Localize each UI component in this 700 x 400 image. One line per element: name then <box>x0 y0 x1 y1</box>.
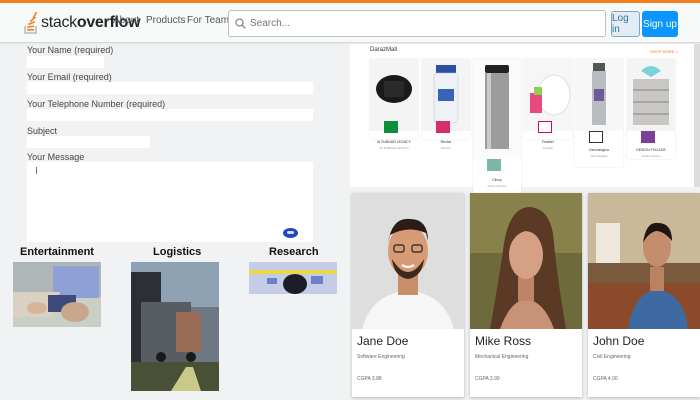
search-input[interactable] <box>250 18 580 29</box>
signup-button[interactable]: Sign up <box>642 11 678 37</box>
profile-field: Software Engineering <box>357 354 405 360</box>
product-brand: Feather <box>542 146 554 150</box>
profile-name: John Doe <box>593 334 645 348</box>
product-brand: Petter Service <box>487 184 507 188</box>
profile-card[interactable]: Jane Doe Software Engineering CGPA 3.88 <box>352 193 464 397</box>
product-image <box>627 59 675 131</box>
brand-logo <box>589 131 603 143</box>
product-name: Feather <box>541 140 555 144</box>
nav-about[interactable]: About <box>113 15 139 26</box>
nav-products[interactable]: Products <box>146 15 185 26</box>
category-title-research: Research <box>269 246 319 258</box>
product-brand: AL SUBHAN LEGACY <box>379 146 409 150</box>
product-card[interactable]: Al SUBHAN LEGACY AL SUBHAN LEGACY <box>370 59 418 150</box>
name-label: Your Name (required) <box>27 45 114 55</box>
login-button[interactable]: Log in <box>611 11 640 37</box>
product-name: Clinvy <box>492 178 502 182</box>
phone-label: Your Telephone Number (required) <box>27 99 166 109</box>
profile-photo <box>588 193 700 329</box>
product-name: Dermalogica <box>589 148 609 152</box>
product-card[interactable]: Revive Revive <box>422 59 470 150</box>
product-image <box>473 59 521 159</box>
site-header: stackoverflow About Products For Teams L… <box>0 3 700 43</box>
brand-logo <box>641 131 655 143</box>
shop-title: DarazMall <box>370 47 398 53</box>
shop-section: DarazMall SHOP MORE > Al SUBHAN LEGACY A… <box>350 44 700 197</box>
shop-more-link[interactable]: SHOP MORE > <box>650 49 678 54</box>
product-image <box>575 59 623 131</box>
extension-icon[interactable] <box>283 228 298 238</box>
search-box[interactable] <box>228 10 606 37</box>
product-name: DESIGN FOLIAGE <box>636 148 666 152</box>
profile-field: Civil Engineering <box>593 354 631 360</box>
name-field[interactable] <box>27 56 104 68</box>
profile-gpa: CGPA 3.88 <box>357 376 382 382</box>
logistics-image[interactable] <box>131 262 219 391</box>
email-field[interactable] <box>27 82 313 94</box>
product-brand: Dermalogica <box>590 154 608 158</box>
profile-gpa: CGPA 3.99 <box>475 376 500 382</box>
research-image[interactable] <box>249 262 337 294</box>
profile-name: Mike Ross <box>475 334 532 348</box>
product-card[interactable]: Clinvy Petter Service <box>473 59 521 197</box>
product-card[interactable]: Dermalogica Dermalogica <box>575 59 623 167</box>
product-brand: Revive <box>441 146 451 150</box>
category-title-entertainment: Entertainment <box>20 246 94 258</box>
subject-label: Subject <box>27 126 58 136</box>
search-icon <box>235 18 246 29</box>
profile-card[interactable]: Mike Ross Mechanical Engineering CGPA 3.… <box>470 193 582 397</box>
product-card[interactable]: DESIGN FOLIAGE Textile Factory <box>627 59 675 159</box>
subject-field[interactable] <box>27 136 150 148</box>
entertainment-image[interactable] <box>13 262 101 327</box>
profile-gpa: CGPA 4.00 <box>593 376 618 382</box>
product-brand: Textile Factory <box>641 154 661 158</box>
email-label: Your Email (required) <box>27 72 112 82</box>
nav-for-teams[interactable]: For Teams <box>187 15 234 26</box>
category-title-logistics: Logistics <box>153 246 202 258</box>
message-textarea[interactable] <box>27 162 313 242</box>
profile-field: Mechanical Engineering <box>475 354 529 360</box>
profile-photo <box>470 193 582 329</box>
brand-logo <box>487 159 501 171</box>
brand-logo <box>538 121 552 133</box>
profile-card[interactable]: John Doe Civil Engineering CGPA 4.00 <box>588 193 700 397</box>
stack-overflow-logo-icon <box>24 12 38 34</box>
product-name: Revive <box>440 140 452 144</box>
text-caret <box>36 167 37 174</box>
brand-logo <box>436 121 450 133</box>
message-label: Your Message <box>27 152 85 162</box>
profile-photo <box>352 193 464 329</box>
brand-logo <box>384 121 398 133</box>
phone-field[interactable] <box>27 109 313 121</box>
product-name: Al SUBHAN LEGACY <box>377 140 411 144</box>
product-card[interactable]: Feather Feather <box>524 59 572 150</box>
profile-name: Jane Doe <box>357 334 409 348</box>
